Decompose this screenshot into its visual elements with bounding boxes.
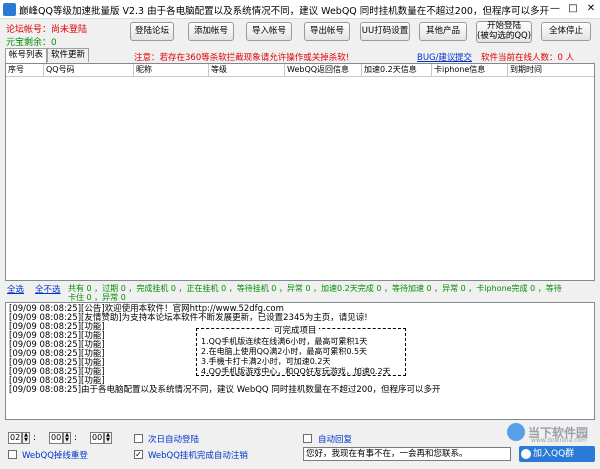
hour-stepper[interactable]: ▲ ▼: [22, 432, 30, 444]
time-separator: :: [33, 433, 37, 443]
log-line: [09/09 08:08:25]由于各电脑配置以及系统情况不同，建议 WebQQ…: [9, 385, 441, 395]
minute-input[interactable]: 00: [49, 432, 63, 444]
auto-logout-checkbox[interactable]: ✓: [134, 450, 143, 459]
balance-label: 元宝剩余：0: [6, 38, 57, 48]
window-title: 巅峰QQ等级加速批量版 V2.3 由于各电脑配置以及系统情况不同，建议 WebQ…: [19, 6, 549, 17]
app-icon: [3, 3, 16, 16]
auto-reply-label[interactable]: 自动回复: [318, 433, 352, 445]
column-header-iphone-info[interactable]: 卡iphone信息: [432, 64, 508, 77]
bug-report-link[interactable]: BUG/建议: [417, 51, 456, 63]
second-stepper[interactable]: ▲ ▼: [104, 432, 112, 444]
check-icon: ✓: [135, 450, 142, 459]
column-header-webqq-info[interactable]: WebQQ返回信息: [285, 64, 362, 77]
webqq-drop-relogin-label[interactable]: WebQQ掉线重登: [22, 449, 88, 461]
online-count: 软件当前在线人数：0 人: [481, 53, 575, 63]
feature-item: 4.QQ手机版游戏中心，和QQ好友玩游戏，加速0.2天: [201, 367, 391, 376]
column-header-accel-info[interactable]: 加速0.2天信息: [362, 64, 432, 77]
other-products-button[interactable]: 其他产品: [419, 22, 467, 41]
close-button[interactable]: ✕: [582, 2, 600, 16]
log-panel[interactable]: [09/09 08:08:25][公告]欢迎使用本软件！官网http://www…: [5, 302, 595, 420]
title-bar: 巅峰QQ等级加速批量版 V2.3 由于各电脑配置以及系统情况不同，建议 WebQ…: [0, 0, 600, 19]
join-qq-group-label: 加入QQ群: [533, 449, 575, 459]
auto-reply-checkbox[interactable]: [303, 434, 312, 443]
qq-penguin-icon: [521, 449, 531, 459]
auto-login-next-day-label[interactable]: 次日自动登陆: [148, 433, 199, 445]
column-header-index[interactable]: 序号: [6, 64, 44, 77]
column-header-expiry[interactable]: 到期时间: [508, 64, 594, 77]
features-box: 可完成项目 1.QQ手机版连续在线满6小时，最高可累积1天 2.在电脑上使用QQ…: [196, 324, 406, 376]
site-logo-icon: [507, 423, 525, 441]
site-domain: www.downxia.com: [531, 437, 587, 444]
column-header-level[interactable]: 等级: [209, 64, 285, 77]
deselect-all-link[interactable]: 全不选: [35, 286, 61, 295]
column-header-qq[interactable]: QQ号码: [44, 64, 134, 77]
stop-all-button[interactable]: 全体停止: [541, 22, 591, 41]
column-header-nickname[interactable]: 昵称: [134, 64, 209, 77]
status-summary: 共有 0 ，过期 0 ，完成挂机 0 ，正在挂机 0 ，等待挂机 0 ，异常 0…: [68, 284, 562, 293]
account-table[interactable]: 序号 QQ号码 昵称 等级 WebQQ返回信息 加速0.2天信息 卡iphone…: [5, 63, 595, 281]
forum-account-label: 论坛帐号：尚未登陆: [6, 25, 88, 35]
site-watermark: 当下软件园 www.downxia.com 加入QQ群: [507, 423, 597, 467]
auto-logout-label[interactable]: WebQQ挂机完成自动注销: [148, 449, 248, 461]
start-login-button[interactable]: 开始登陆 (被勾选的QQ): [476, 21, 532, 43]
webqq-drop-relogin-checkbox[interactable]: [8, 450, 17, 459]
features-box-title: 可完成项目: [272, 324, 319, 336]
status-summary-continued: 卡住 0 ，异常 0: [68, 293, 126, 302]
minute-stepper[interactable]: ▲ ▼: [63, 432, 71, 444]
time-separator: :: [74, 433, 78, 443]
start-login-sublabel: (被勾选的QQ): [477, 31, 532, 41]
export-account-button[interactable]: 导出帐号: [304, 22, 350, 41]
hour-input[interactable]: 02: [8, 432, 22, 444]
minimize-button[interactable]: —: [546, 2, 564, 16]
status-bar: 全选 全不选 共有 0 ，过期 0 ，完成挂机 0 ，正在挂机 0 ，等待挂机 …: [5, 284, 595, 302]
join-qq-group-button[interactable]: 加入QQ群: [519, 446, 595, 462]
auto-reply-input[interactable]: 您好，我现在有事不在，一会再和您联系。: [303, 447, 511, 461]
tab-account-list[interactable]: 帐号列表: [5, 48, 48, 63]
auto-login-next-day-checkbox[interactable]: [134, 434, 143, 443]
import-account-button[interactable]: 导入帐号: [246, 22, 292, 41]
antivirus-warning: 注意：若存在360等杀软拦截现象请允许操作或关掉杀软!: [134, 53, 350, 63]
add-account-button[interactable]: 添加帐号: [188, 22, 234, 41]
select-all-link[interactable]: 全选: [7, 286, 24, 295]
table-header: 序号 QQ号码 昵称 等级 WebQQ返回信息 加速0.2天信息 卡iphone…: [6, 64, 594, 77]
second-input[interactable]: 00: [90, 432, 104, 444]
captcha-settings-button[interactable]: UU打码设置: [360, 22, 410, 41]
login-forum-button[interactable]: 登陆论坛: [130, 22, 174, 41]
submit-link[interactable]: 提交: [455, 51, 472, 63]
maximize-button[interactable]: □: [564, 2, 582, 16]
tab-software-update[interactable]: 软件更新: [47, 48, 90, 62]
